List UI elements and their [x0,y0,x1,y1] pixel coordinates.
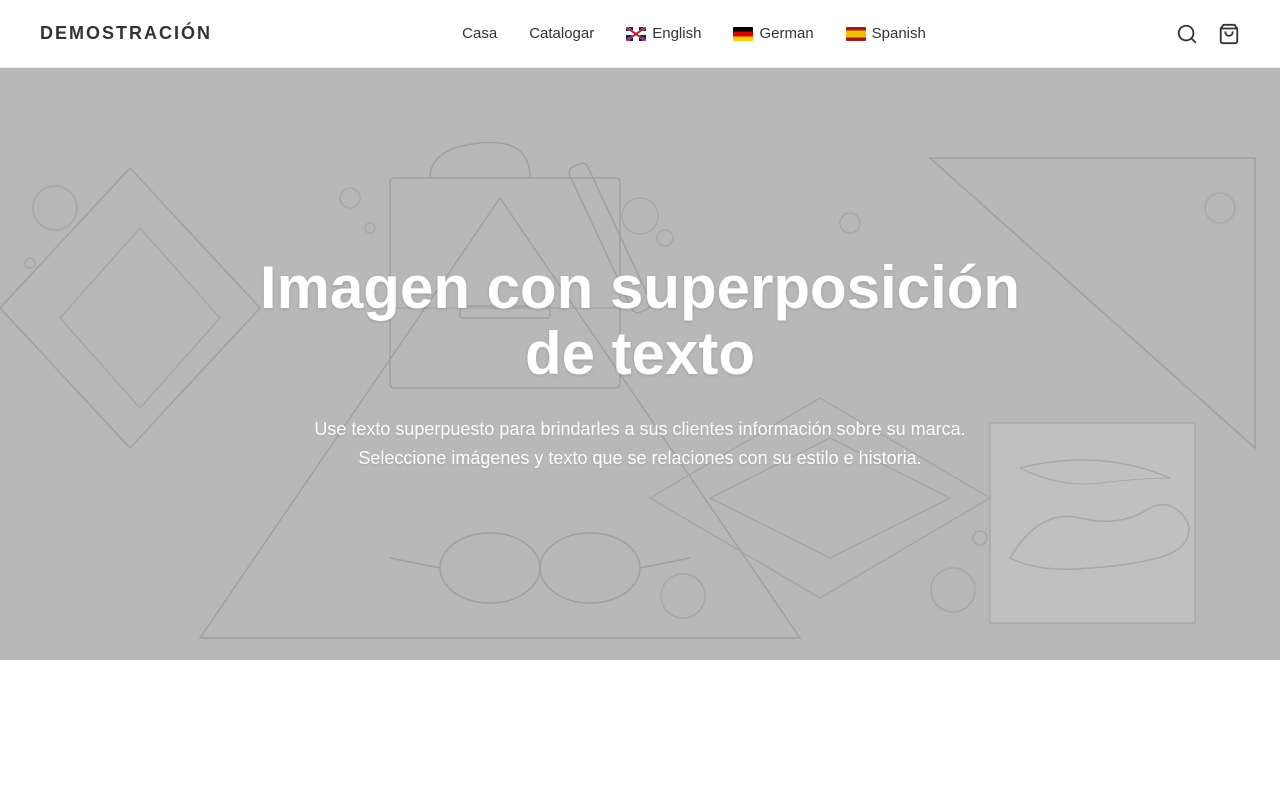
cart-icon [1218,23,1240,45]
search-button[interactable] [1176,23,1198,45]
lang-german-label: German [759,25,813,42]
lang-english-label: English [652,25,701,42]
hero-subtitle: Use texto superpuesto para brindarles a … [280,415,1000,473]
brand-logo[interactable]: DEMOSTRACIÓN [40,23,212,44]
hero-content: Imagen con superposición de texto Use te… [190,255,1090,473]
flag-english-icon [626,27,646,41]
nav-casa[interactable]: Casa [462,25,497,42]
hero-title: Imagen con superposición de texto [230,255,1050,387]
header-actions [1176,23,1240,45]
lang-spanish-label: Spanish [872,25,926,42]
below-hero-section [0,660,1280,788]
hero-section: Imagen con superposición de texto Use te… [0,68,1280,660]
flag-german-icon [733,27,753,41]
lang-spanish[interactable]: Spanish [846,25,926,42]
search-icon [1176,23,1198,45]
lang-german[interactable]: German [733,25,813,42]
main-nav: Casa Catalogar English German Spanish [462,25,926,42]
flag-spanish-icon [846,27,866,41]
nav-catalogar[interactable]: Catalogar [529,25,594,42]
lang-english[interactable]: English [626,25,701,42]
cart-button[interactable] [1218,23,1240,45]
site-header: DEMOSTRACIÓN Casa Catalogar English Germ… [0,0,1280,68]
